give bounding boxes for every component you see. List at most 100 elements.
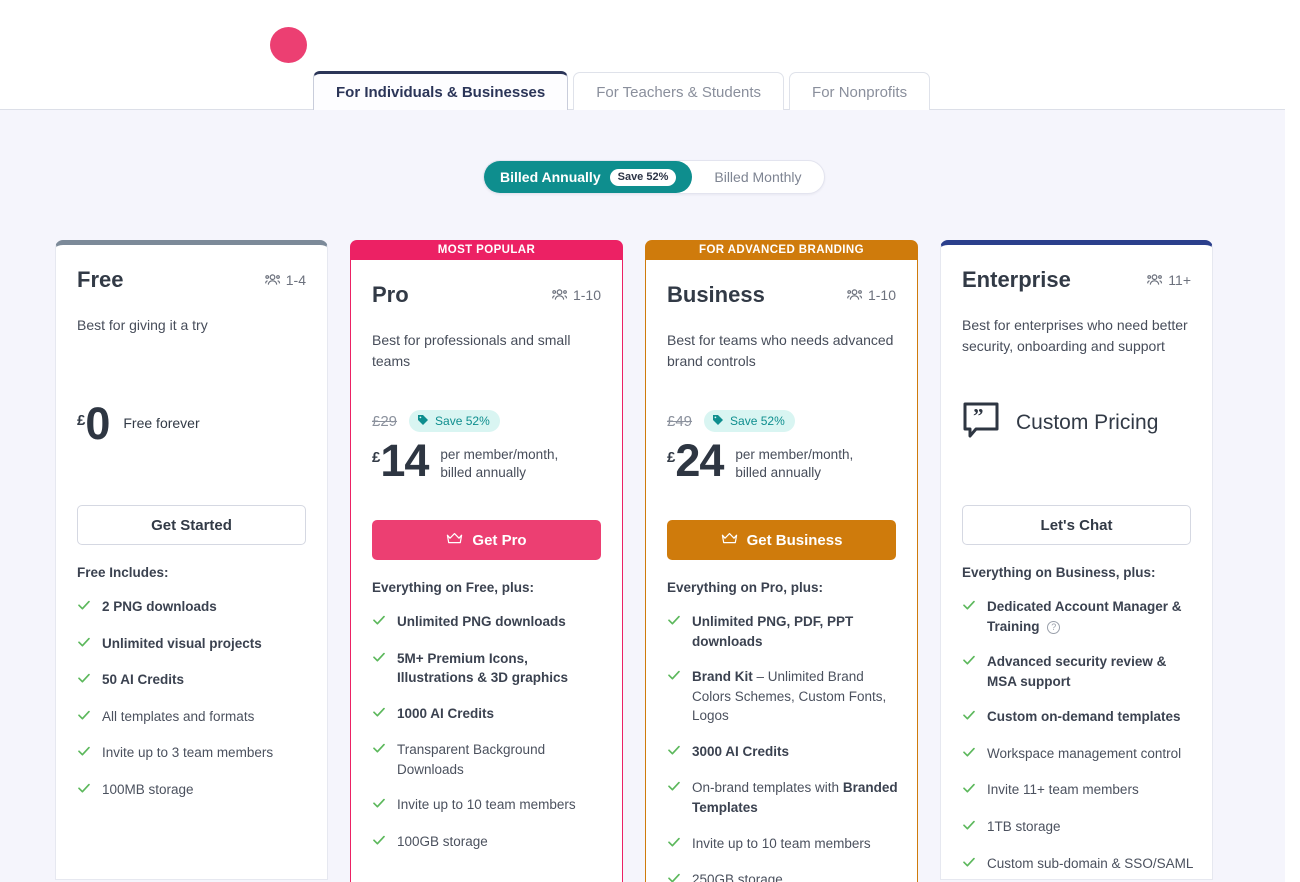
feature-item: All templates and formats — [77, 707, 309, 728]
svg-text:”: ” — [973, 404, 984, 428]
plan-seats-pro: 1-10 — [552, 287, 601, 303]
pink-circle-logo[interactable] — [270, 27, 307, 63]
feature-item: 50 AI Credits — [77, 670, 309, 691]
feature-item: Transparent Background Downloads — [372, 740, 604, 779]
crown-icon — [721, 532, 738, 549]
billing-cycle-toggle: Billed Annually Save 52% Billed Monthly — [483, 160, 825, 194]
tab-billed-annually[interactable]: Billed Annually Save 52% — [484, 161, 693, 193]
plan-tagline-pro: Best for professionals and small teams — [372, 332, 571, 369]
pricing-page: For Individuals & Businesses For Teachers… — [0, 0, 1300, 882]
plan-header-free: Free 1-4 — [77, 267, 306, 293]
check-icon — [372, 650, 386, 688]
cta-label: Get Pro — [472, 531, 527, 549]
check-icon — [962, 653, 976, 691]
quote-bubble-icon: ” — [962, 401, 1000, 444]
page-right-margin — [1285, 0, 1300, 882]
check-icon — [667, 743, 681, 763]
check-icon — [962, 708, 976, 728]
tab-audience-1[interactable]: For Teachers & Students — [573, 72, 785, 111]
plan-seats-business: 1-10 — [847, 287, 896, 303]
feature-item: Workspace management control — [962, 744, 1194, 765]
check-icon — [962, 598, 976, 636]
plan-amount: 14 — [380, 435, 429, 486]
plan-seats-enterprise: 11+ — [1147, 272, 1191, 288]
check-icon — [667, 779, 681, 817]
feature-item: 1000 AI Credits — [372, 704, 604, 725]
plan-price-note: per member/month, billed annually — [440, 447, 559, 481]
pricing-body: Billed Annually Save 52% Billed Monthly … — [0, 110, 1285, 882]
currency-symbol: £ — [77, 412, 86, 429]
feature-label: 250GB storage — [692, 872, 783, 882]
features-heading: Everything on Free, plus: — [372, 580, 535, 595]
people-icon — [847, 288, 863, 302]
feature-label: 5M+ Premium Icons, Illustrations & 3D gr… — [397, 650, 569, 686]
plan-seats-free: 1-4 — [264, 272, 306, 288]
plan-card-enterprise: Enterprise 11+ Best for enterprises who ne… — [940, 240, 1213, 882]
plan-banner-business: FOR ADVANCED BRANDING — [645, 240, 918, 260]
check-icon — [77, 708, 91, 728]
cta-business-button[interactable]: Get Business — [667, 520, 896, 560]
check-icon — [77, 598, 91, 618]
cta-free-button[interactable]: Get Started — [77, 505, 306, 545]
tab-audience-2[interactable]: For Nonprofits — [789, 72, 931, 111]
feature-label: Invite up to 10 team members — [397, 797, 576, 813]
tab-audience-0[interactable]: For Individuals & Businesses — [313, 71, 569, 111]
feature-item: Dedicated Account Manager & Training ? — [962, 597, 1194, 636]
feature-label: Unlimited PNG downloads — [397, 614, 566, 629]
feature-label: Brand Kit – Unlimited Brand Colors Schem… — [692, 669, 887, 724]
cta-pro-button[interactable]: Get Pro — [372, 520, 601, 560]
feature-item: Invite up to 10 team members — [667, 834, 899, 855]
plan-amount: 0 — [85, 398, 110, 449]
billed-annually-label: Billed Annually — [500, 169, 601, 185]
plan-save-label: Save 52% — [730, 414, 785, 428]
plan-features-free: Free Includes: 2 PNG downloads Unlimited v… — [77, 565, 309, 816]
plan-cards: Free 1-4 Best for giving it a try £0 Free fo… — [55, 240, 1213, 882]
features-heading: Free Includes: — [77, 565, 169, 580]
plan-old-price: £29 — [372, 412, 398, 430]
tab-billed-monthly[interactable]: Billed Monthly — [692, 161, 823, 193]
plan-old-price: £49 — [667, 412, 693, 430]
custom-pricing-label: Custom Pricing — [1016, 410, 1159, 434]
feature-label: 100GB storage — [397, 833, 488, 849]
feature-label: Unlimited visual projects — [102, 635, 262, 651]
plan-header-business: Business 1-10 — [667, 282, 896, 308]
check-icon — [667, 835, 681, 855]
plan-save-tag: Save 52% — [704, 410, 795, 432]
plan-price-row-business: £24 per member/month, billed annually — [667, 438, 896, 483]
plan-price-block-pro: £29 Save 52% £14 per member/month, billed a… — [372, 410, 601, 483]
feature-label: Custom sub-domain & SSO/SAML — [987, 855, 1194, 871]
plan-tagline-enterprise: Best for enterprises who need better sec… — [962, 317, 1188, 354]
currency-symbol: £ — [667, 449, 676, 466]
crown-icon — [446, 532, 463, 549]
currency-symbol: £ — [372, 449, 381, 466]
feature-label: Invite up to 10 team members — [692, 835, 871, 851]
plan-save-label: Save 52% — [435, 414, 490, 428]
feature-item: 100MB storage — [77, 780, 309, 801]
custom-pricing-row: ” Custom Pricing — [962, 401, 1191, 444]
feature-item: Unlimited PNG, PDF, PPT downloads — [667, 612, 899, 651]
plan-card-business: FOR ADVANCED BRANDING Business 1-10 Best fo… — [645, 240, 918, 882]
billed-monthly-label: Billed Monthly — [714, 169, 802, 185]
feature-label: 50 AI Credits — [102, 672, 185, 688]
feature-item: 2 PNG downloads — [77, 597, 309, 618]
plan-card-body-business: Business 1-10 Best for teams who needs adv… — [645, 260, 918, 882]
check-icon — [77, 671, 91, 691]
check-icon — [962, 781, 976, 801]
feature-label: Workspace management control — [987, 745, 1182, 761]
plan-tagline-business: Best for teams who needs advanced brand … — [667, 332, 894, 369]
feature-label: 1TB storage — [987, 818, 1061, 834]
feature-item: 1TB storage — [962, 817, 1194, 838]
cta-enterprise-button[interactable]: Let's Chat — [962, 505, 1191, 545]
plan-price-block-free: £0 Free forever — [77, 395, 306, 446]
feature-label: Advanced security review & MSA support — [987, 654, 1167, 689]
plan-card-body-free: Free 1-4 Best for giving it a try £0 Free fo… — [55, 240, 328, 880]
people-icon — [264, 273, 281, 287]
cta-label: Get Business — [746, 531, 843, 549]
plan-discount-row-business: £49 Save 52% — [667, 410, 896, 432]
check-icon — [667, 668, 681, 726]
feature-item: Advanced security review & MSA support — [962, 652, 1194, 691]
feature-item: 5M+ Premium Icons, Illustrations & 3D gr… — [372, 649, 604, 688]
people-icon — [1147, 273, 1163, 287]
plan-card-body-pro: Pro 1-10 Best for professionals and small … — [350, 260, 623, 882]
plan-name-enterprise: Enterprise — [962, 267, 1071, 292]
